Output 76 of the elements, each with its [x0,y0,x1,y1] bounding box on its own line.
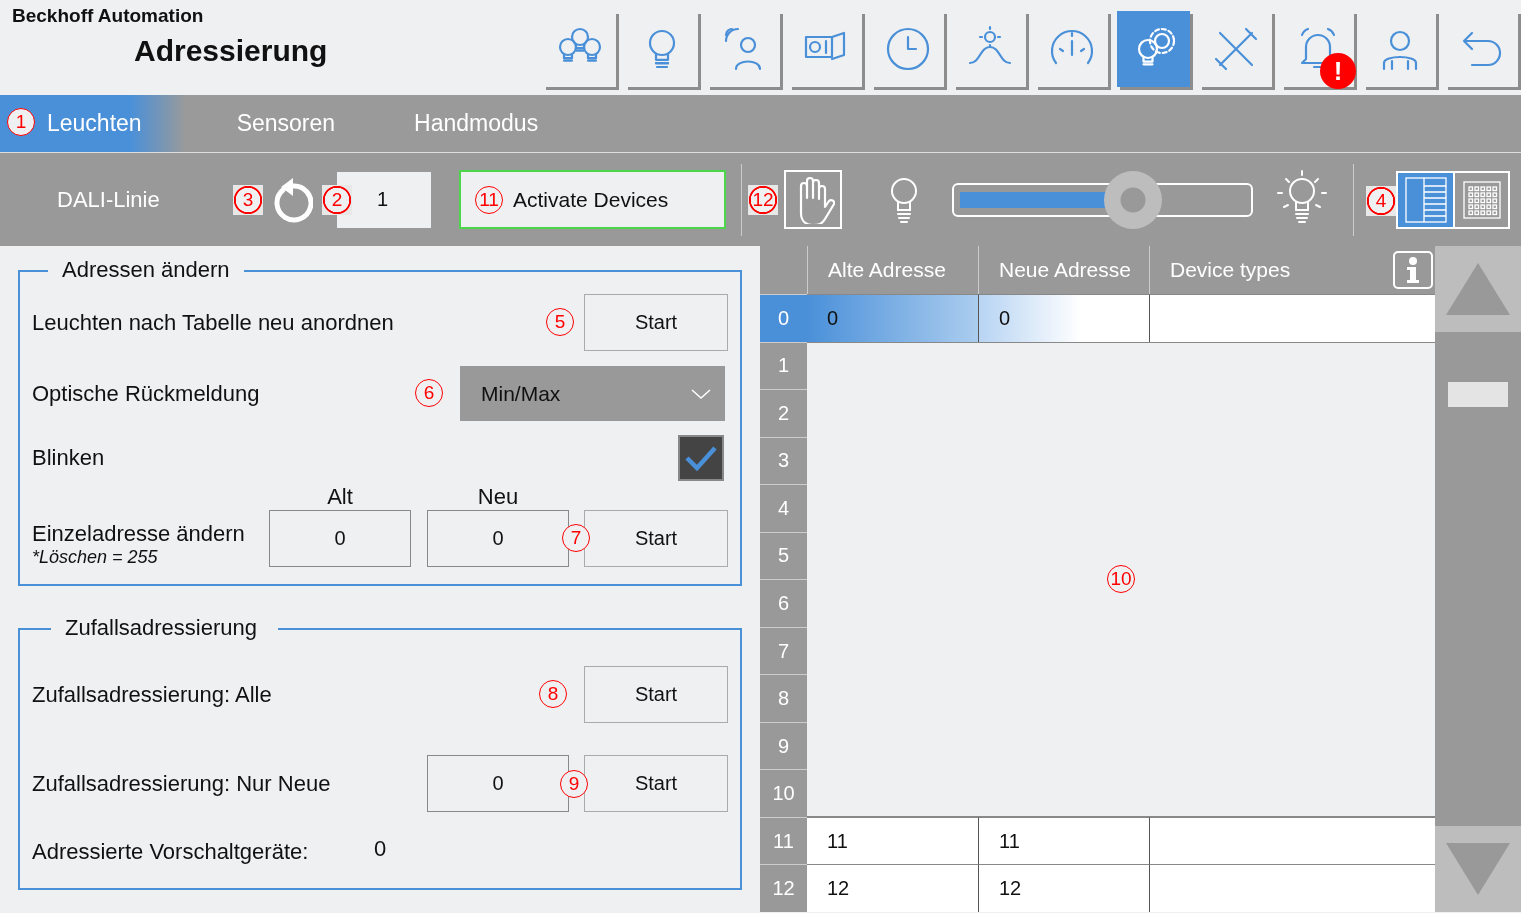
row-number[interactable]: 11 [760,816,807,865]
single-address-label: Einzeladresse ändern [32,521,245,547]
table-cell: 12 [978,864,1149,912]
annotation-marker: 4 [1366,185,1396,216]
annotation-marker: 10 [1107,565,1135,594]
delete-note: *Löschen = 255 [32,547,159,568]
row-number[interactable]: 2 [760,389,807,437]
new-address-field[interactable]: 0 [427,510,569,567]
start-button[interactable]: Start [584,294,728,351]
chevron-down-icon [691,387,711,400]
info-icon [1405,256,1421,284]
start-button[interactable]: Start [584,666,728,723]
row-number[interactable]: 0 [760,294,807,342]
annotation-marker: 5 [546,308,574,336]
alarm-badge: ! [1320,53,1356,89]
old-address-field[interactable]: 0 [269,510,411,567]
grid-view-icon [1461,179,1502,220]
checkmark-icon [684,444,718,472]
row-number[interactable]: 6 [760,579,807,627]
tab[interactable]: 1 Leuchten [0,95,186,152]
activate-devices-button[interactable]: 11 Activate Devices [459,170,726,229]
addressed-count-label: Adressierte Vorschaltgeräte: [32,839,309,865]
row-number[interactable]: 3 [760,436,807,485]
table-cell: 11 [978,816,1149,865]
blink-checkbox[interactable] [678,435,724,481]
annotation-marker: 12 [748,184,778,215]
tab[interactable]: Handmodus [374,95,578,152]
table-cell: 11 [807,816,978,865]
blink-label: Blinken [32,445,105,471]
row-number[interactable]: 9 [760,721,807,770]
scroll-up-button[interactable] [1435,246,1521,332]
down-triangle-icon [1444,841,1512,897]
nav-button[interactable]: ! [1281,11,1354,87]
table-cell: 0 [807,294,978,342]
random-count-field[interactable]: 0 [427,755,569,812]
column-header: Neue Adresse [978,246,1149,294]
annotation-marker: 8 [539,680,567,708]
info-button[interactable] [1393,251,1433,289]
table-cell: 12 [807,864,978,912]
row-number[interactable]: 5 [760,531,807,580]
column-label: Alt [326,484,354,510]
row-number[interactable]: 12 [760,864,807,912]
list-view-icon [1403,175,1448,224]
row-number[interactable]: 7 [760,626,807,675]
random-new-label: Zufallsadressierung: Nur Neue [32,770,331,797]
scroll-thumb[interactable] [1448,382,1508,407]
manual-mode-button[interactable] [784,170,842,229]
annotation-marker: 3 [233,184,263,215]
up-triangle-icon [1444,261,1512,317]
row-number[interactable]: 4 [760,484,807,532]
start-button[interactable]: Start [584,510,728,567]
annotation-marker: 2 [322,184,352,215]
start-button[interactable]: Start [584,755,728,812]
row-number[interactable]: 10 [760,769,807,817]
reorder-label: Leuchten nach Tabelle neu anordnen [32,309,394,336]
column-label: Neu [476,484,520,510]
scroll-down-button[interactable] [1435,826,1521,912]
company-name: Beckhoff Automation [12,5,204,27]
line-label: DALI-Linie [57,186,161,213]
feedback-label: Optische Rückmeldung [32,380,260,407]
column-header: Alte Adresse [807,246,978,294]
random-all-label: Zufallsadressierung: Alle [32,681,272,708]
row-number[interactable]: 1 [760,341,807,390]
addressed-count-value: 0 [374,836,387,862]
annotation-marker: 6 [415,379,443,407]
row-number[interactable]: 8 [760,674,807,722]
annotation-marker: 1 [7,108,35,136]
view-option[interactable] [1398,172,1453,227]
table-cell: 0 [978,294,1149,342]
dimmer-slider[interactable] [952,170,1253,229]
tab[interactable]: Sensoren [185,95,375,152]
column-header: Device types [1170,258,1291,282]
scrollbar[interactable] [1435,246,1521,912]
nav-button[interactable] [1117,11,1190,87]
feedback-dropdown[interactable]: Min/Max [460,366,725,421]
page-title: Adressierung [134,34,328,68]
